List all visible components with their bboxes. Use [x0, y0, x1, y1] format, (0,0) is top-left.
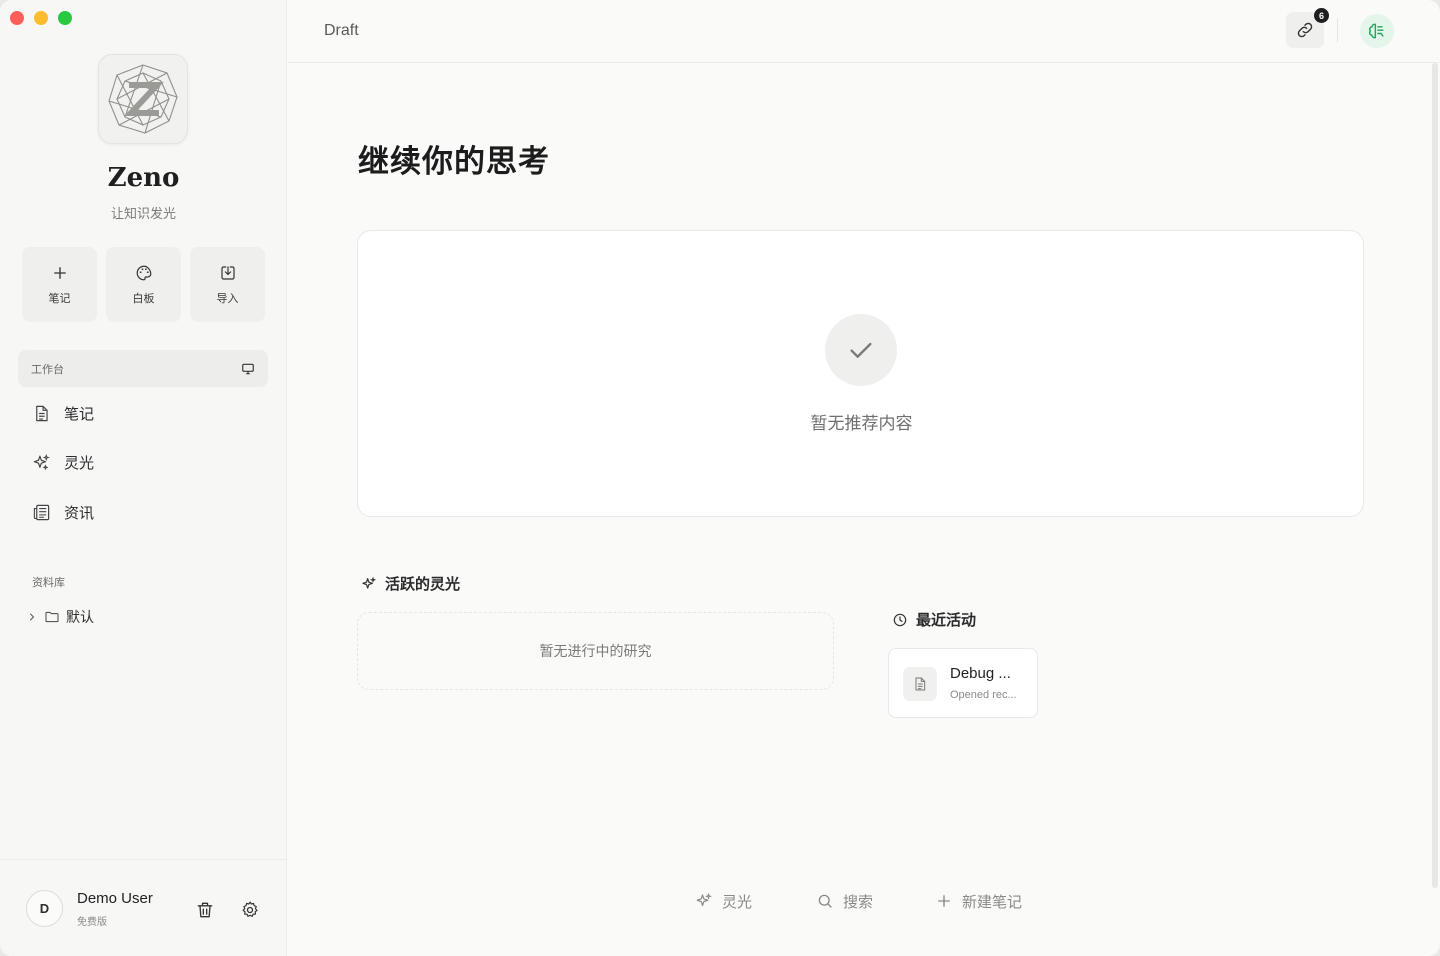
close-window-button[interactable]	[10, 11, 24, 25]
sparkle-icon	[33, 453, 50, 471]
newspaper-icon	[33, 504, 50, 520]
plus-icon	[938, 895, 950, 907]
sidebar-item-news[interactable]: 资讯	[20, 492, 270, 532]
new-whiteboard-label: 白板	[132, 292, 155, 305]
new-note-action-label: 新建笔记	[962, 893, 1023, 911]
recent-activity-item[interactable]: Debug ... Opened rec...	[888, 648, 1038, 718]
new-whiteboard-button[interactable]: 白板	[106, 247, 181, 322]
recent-activity-title: 最近活动	[892, 609, 976, 630]
activity-item-title: Debug ...	[950, 665, 1011, 682]
search-action-button[interactable]: 搜索	[816, 890, 873, 912]
active-inspiration-title: 活跃的灵光	[361, 573, 460, 594]
sidebar-item-label: 笔记	[64, 405, 95, 423]
app-logo	[98, 54, 188, 144]
import-label: 导入	[216, 292, 239, 305]
activity-item-subtitle: Opened rec...	[950, 689, 1017, 701]
library-item-default[interactable]: 默认	[26, 606, 94, 628]
app-window: Zeno 让知识发光 笔记 白板 导入 工作台 笔记 灵光 资讯 资料库 默认 …	[0, 0, 1440, 956]
plus-icon	[53, 266, 66, 279]
document-icon	[36, 405, 48, 421]
minimize-window-button[interactable]	[34, 11, 48, 25]
avatar[interactable]: D	[26, 890, 63, 927]
recommendation-empty-text: 暂无推荐内容	[810, 414, 913, 433]
active-inspiration-title-text: 活跃的灵光	[385, 576, 461, 593]
sidebar-item-notes[interactable]: 笔记	[20, 393, 270, 433]
new-note-action-button[interactable]: 新建笔记	[935, 890, 1022, 912]
link-icon	[1297, 22, 1313, 38]
check-badge	[825, 314, 897, 386]
user-name: Demo User	[77, 890, 153, 907]
window-controls	[10, 11, 72, 25]
trash-button[interactable]	[193, 898, 217, 922]
brain-icon	[1369, 23, 1384, 39]
monitor-icon	[242, 363, 254, 374]
bottom-actions: 灵光 搜索 新建笔记	[695, 890, 1022, 912]
user-plan: 免费版	[77, 917, 107, 928]
library-item-label: 默认	[66, 609, 94, 625]
topbar: Draft 6	[288, 0, 1440, 63]
palette-icon	[136, 265, 151, 280]
user-bar: D Demo User 免费版	[0, 859, 287, 956]
quick-actions: 笔记 白板 导入	[22, 247, 265, 322]
breadcrumb[interactable]: Draft	[324, 22, 359, 40]
chevron-right-icon[interactable]	[26, 611, 38, 623]
import-button[interactable]: 导入	[190, 247, 265, 322]
workspace-label: 工作台	[31, 363, 64, 376]
brand-name: Zeno	[107, 163, 180, 193]
sidebar-item-label: 灵光	[64, 455, 95, 472]
folder-icon	[45, 611, 59, 623]
workspace-header[interactable]: 工作台	[18, 350, 268, 387]
topbar-divider	[1337, 18, 1338, 42]
sidebar: Zeno 让知识发光 笔记 白板 导入 工作台 笔记 灵光 资讯 资料库 默认 …	[0, 0, 287, 956]
recommendation-card: 暂无推荐内容	[357, 230, 1364, 517]
active-inspiration-empty: 暂无进行中的研究	[357, 612, 834, 690]
settings-button[interactable]	[238, 898, 262, 922]
recent-activity-title-text: 最近活动	[916, 612, 977, 629]
page-title: 继续你的思考	[358, 144, 550, 180]
sidebar-nav: 笔记 灵光 资讯	[20, 393, 270, 542]
inspiration-action-label: 灵光	[722, 893, 753, 911]
scrollbar[interactable]	[1432, 63, 1438, 888]
import-icon	[220, 265, 235, 280]
new-note-button[interactable]: 笔记	[22, 247, 97, 322]
ai-assistant-button[interactable]	[1360, 14, 1394, 48]
search-action-label: 搜索	[843, 893, 874, 911]
sparkle-icon	[696, 892, 713, 907]
sparkle-icon	[362, 576, 377, 589]
check-icon	[850, 342, 872, 358]
links-button[interactable]: 6	[1286, 8, 1329, 48]
inspiration-action-button[interactable]: 灵光	[695, 890, 752, 912]
zeno-logo-icon	[108, 64, 178, 134]
library-title: 资料库	[32, 577, 65, 589]
sidebar-item-label: 资讯	[64, 504, 95, 522]
brand-tagline: 让知识发光	[110, 206, 176, 221]
zoom-window-button[interactable]	[58, 11, 72, 25]
search-icon	[818, 894, 832, 908]
gear-icon	[242, 901, 258, 917]
sidebar-item-inspiration[interactable]: 灵光	[20, 443, 270, 483]
clock-icon	[893, 613, 907, 626]
new-note-label: 笔记	[48, 292, 71, 305]
document-icon	[915, 677, 926, 691]
link-count-badge: 6	[1314, 8, 1329, 23]
activity-doc-icon-box	[903, 667, 937, 701]
trash-icon	[197, 902, 213, 918]
